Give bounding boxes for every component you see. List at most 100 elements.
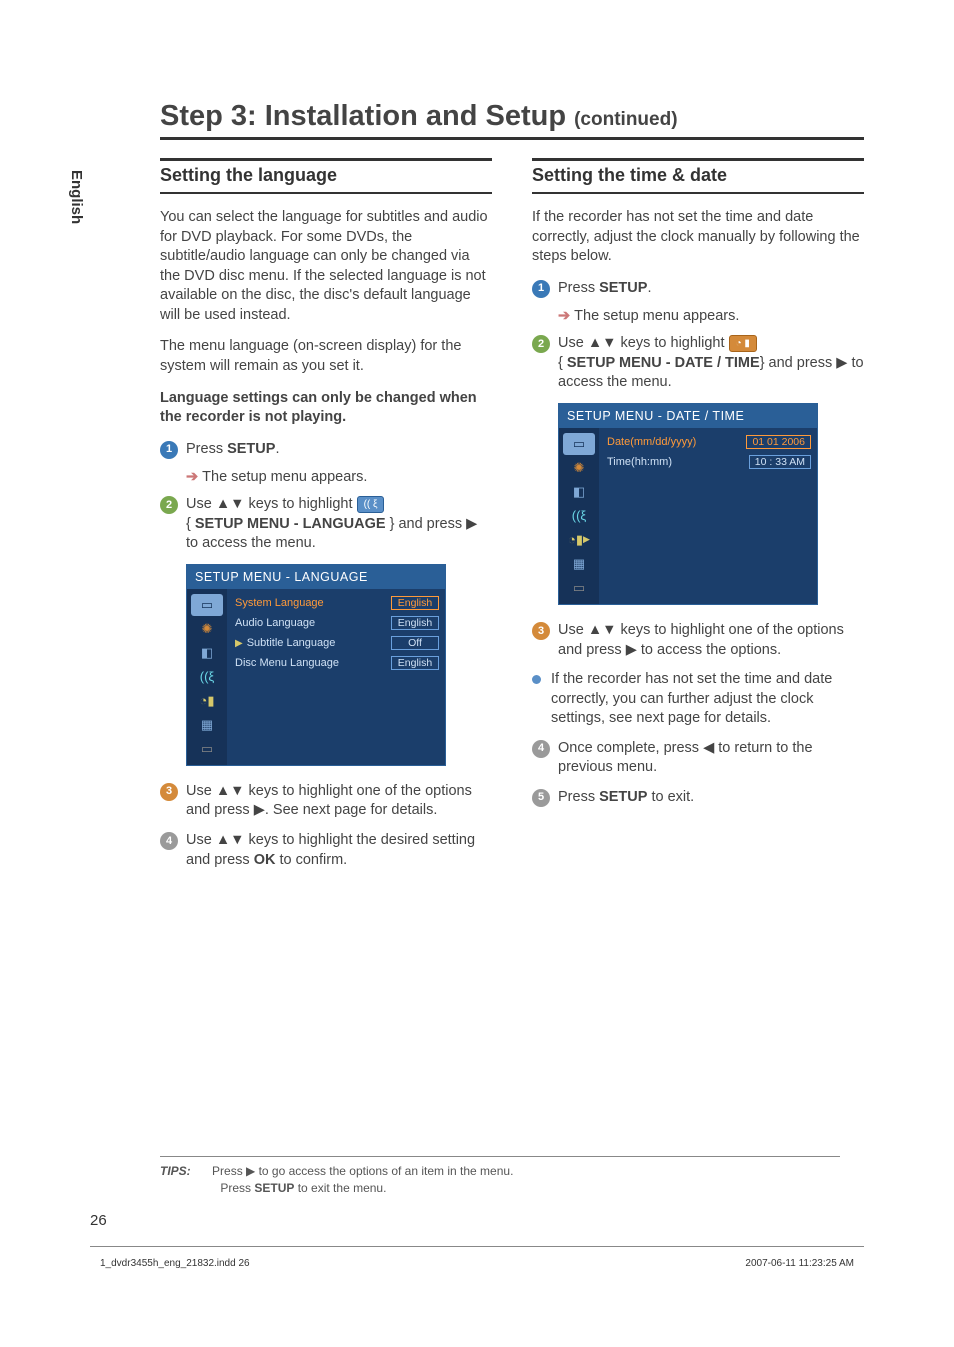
sidebar-icon-1: ▭ — [191, 594, 223, 616]
menu-dt-title: SETUP MENU - DATE / TIME — [559, 404, 817, 428]
menu-dt-rows: Date(mm/dd/yyyy) 01 01 2006 Time(hh:mm) … — [599, 428, 817, 604]
dt-s3: Use ▲▼ keys to highlight one of the opti… — [558, 621, 864, 660]
setup-menu-datetime: SETUP MENU - DATE / TIME ▭ ✺ ◧ ((ξ ◔▮▶ ▦… — [558, 403, 818, 605]
menu-row-val: 10 : 33 AM — [749, 455, 811, 469]
sidebar-icon-7: ▭ — [563, 577, 595, 599]
dt-p1: If the recorder has not set the time and… — [532, 208, 864, 267]
left-column: Setting the language You can select the … — [160, 158, 492, 880]
dt-s2-a: Use ▲▼ keys to highlight — [558, 335, 729, 351]
page-number: 26 — [90, 1212, 107, 1229]
bullet-icon — [532, 675, 541, 684]
step-bullet-4: 4 — [160, 832, 178, 850]
step-bullet-2: 2 — [532, 335, 550, 353]
dt-step-4: 4 Once complete, press ◀ to return to th… — [532, 739, 864, 778]
section-heading-datetime: Setting the time & date — [532, 158, 864, 194]
dt-s5-c: to exit. — [647, 789, 694, 805]
title-text: Step 3: Installation and Setup — [160, 100, 566, 132]
lang-p3-bold: Language settings can only be changed wh… — [160, 389, 492, 428]
footer-left: 1_dvdr3455h_eng_21832.indd 26 — [100, 1258, 250, 1269]
dt-step-2: 2 Use ▲▼ keys to highlight ◔ ▮ { SETUP M… — [532, 334, 864, 393]
lang-s4-b: OK — [254, 852, 276, 868]
menu-row-val: English — [391, 656, 439, 670]
dt-s1-b: SETUP — [599, 280, 647, 296]
sidebar-icon-1: ▭ — [563, 433, 595, 455]
menu-row-time: Time(hh:mm) 10 : 33 AM — [607, 452, 811, 472]
lang-step-1: 1 Press SETUP. — [160, 440, 492, 460]
lang-step-3: 3 Use ▲▼ keys to highlight one of the op… — [160, 782, 492, 821]
menu-row-val: English — [391, 616, 439, 630]
columns: Setting the language You can select the … — [160, 158, 864, 880]
menu-row-label: Audio Language — [235, 617, 315, 629]
lang-step-4: 4 Use ▲▼ keys to highlight the desired s… — [160, 831, 492, 870]
lang-p1: You can select the language for subtitle… — [160, 208, 492, 325]
menu-row-label: Date(mm/dd/yyyy) — [607, 436, 696, 448]
lang-s2-c: SETUP MENU - LANGUAGE — [195, 516, 386, 532]
menu-lang-sidebar: ▭ ✺ ◧ ((ξ ◔▮ ▦ ▭ — [187, 589, 227, 765]
dt-s1-a: Press — [558, 280, 599, 296]
sidebar-icon-3: ◧ — [563, 481, 595, 503]
dt-s2-b: { — [558, 355, 567, 371]
sidebar-icon-5: ◔▮▶ — [563, 529, 595, 551]
menu-row-label: System Language — [235, 597, 324, 609]
step-bullet-1: 1 — [532, 280, 550, 298]
lang-step-2: 2 Use ▲▼ keys to highlight (( ξ { SETUP … — [160, 495, 492, 554]
dt-bullet: If the recorder has not set the time and… — [532, 670, 864, 729]
menu-row-label: Subtitle Language — [247, 637, 336, 649]
step-bullet-4: 4 — [532, 740, 550, 758]
page-title: Step 3: Installation and Setup (continue… — [160, 100, 864, 133]
sidebar-icon-6: ▦ — [563, 553, 595, 575]
dt-step-1: 1 Press SETUP. — [532, 279, 864, 299]
title-continued: (continued) — [574, 109, 677, 130]
tips-line1: Press ▶ to go access the options of an i… — [212, 1164, 513, 1178]
lang-s1-sub: ➔The setup menu appears. — [186, 469, 492, 485]
lang-s1-b: SETUP — [227, 441, 275, 457]
step-bullet-3: 3 — [160, 783, 178, 801]
right-column: Setting the time & date If the recorder … — [532, 158, 864, 880]
tips-label: TIPS: — [160, 1164, 191, 1178]
menu-row-label: Disc Menu Language — [235, 657, 339, 669]
step-bullet-2: 2 — [160, 496, 178, 514]
sidebar-icon-3: ◧ — [191, 642, 223, 664]
menu-row-val: English — [391, 596, 439, 610]
lang-s2-b: { — [186, 516, 195, 532]
play-icon: ▶ — [235, 638, 243, 649]
menu-lang-rows: System Language English Audio Language E… — [227, 589, 445, 765]
tips-line2-b: SETUP — [254, 1181, 294, 1195]
dt-step-5: 5 Press SETUP to exit. — [532, 788, 864, 808]
arrow-icon: ➔ — [186, 469, 198, 485]
dt-s5-a: Press — [558, 789, 599, 805]
sidebar-icon-4: ((ξ — [563, 505, 595, 527]
sidebar-icon-5: ◔▮ — [191, 690, 223, 712]
language-tab: English — [68, 170, 85, 224]
menu-row-label: Time(hh:mm) — [607, 456, 672, 468]
dt-s1-sub: ➔The setup menu appears. — [558, 308, 864, 324]
lang-s2-a: Use ▲▼ keys to highlight — [186, 496, 357, 512]
menu-dt-sidebar: ▭ ✺ ◧ ((ξ ◔▮▶ ▦ ▭ — [559, 428, 599, 604]
sidebar-icon-2: ✺ — [563, 457, 595, 479]
sidebar-icon-4: ((ξ — [191, 666, 223, 688]
sidebar-icon-2: ✺ — [191, 618, 223, 640]
dt-s2-c: SETUP MENU - DATE / TIME — [567, 355, 760, 371]
menu-row-date: Date(mm/dd/yyyy) 01 01 2006 — [607, 432, 811, 452]
menu-lang-title: SETUP MENU - LANGUAGE — [187, 565, 445, 589]
lang-s1-a: Press — [186, 441, 227, 457]
menu-row-system-lang: System Language English — [235, 593, 439, 613]
footer-right: 2007-06-11 11:23:25 AM — [745, 1258, 854, 1269]
dt-step-3: 3 Use ▲▼ keys to highlight one of the op… — [532, 621, 864, 660]
highlight-icon: ◔ ▮ — [729, 335, 757, 353]
step-bullet-3: 3 — [532, 622, 550, 640]
sidebar-icon-7: ▭ — [191, 738, 223, 760]
setup-menu-language: SETUP MENU - LANGUAGE ▭ ✺ ◧ ((ξ ◔▮ ▦ ▭ S… — [186, 564, 446, 766]
arrow-icon: ➔ — [558, 308, 570, 324]
dt-bullet-text: If the recorder has not set the time and… — [551, 670, 864, 729]
menu-row-audio-lang: Audio Language English — [235, 613, 439, 633]
menu-row-disc-lang: Disc Menu Language English — [235, 653, 439, 673]
dt-s4: Once complete, press ◀ to return to the … — [558, 739, 864, 778]
lang-s3: Use ▲▼ keys to highlight one of the opti… — [186, 782, 492, 821]
highlight-icon: (( ξ — [357, 496, 385, 514]
title-rule — [160, 137, 864, 140]
dt-s5-b: SETUP — [599, 789, 647, 805]
lang-s1-c: . — [275, 441, 279, 457]
lang-p2: The menu language (on-screen display) fo… — [160, 337, 492, 376]
step-bullet-5: 5 — [532, 789, 550, 807]
